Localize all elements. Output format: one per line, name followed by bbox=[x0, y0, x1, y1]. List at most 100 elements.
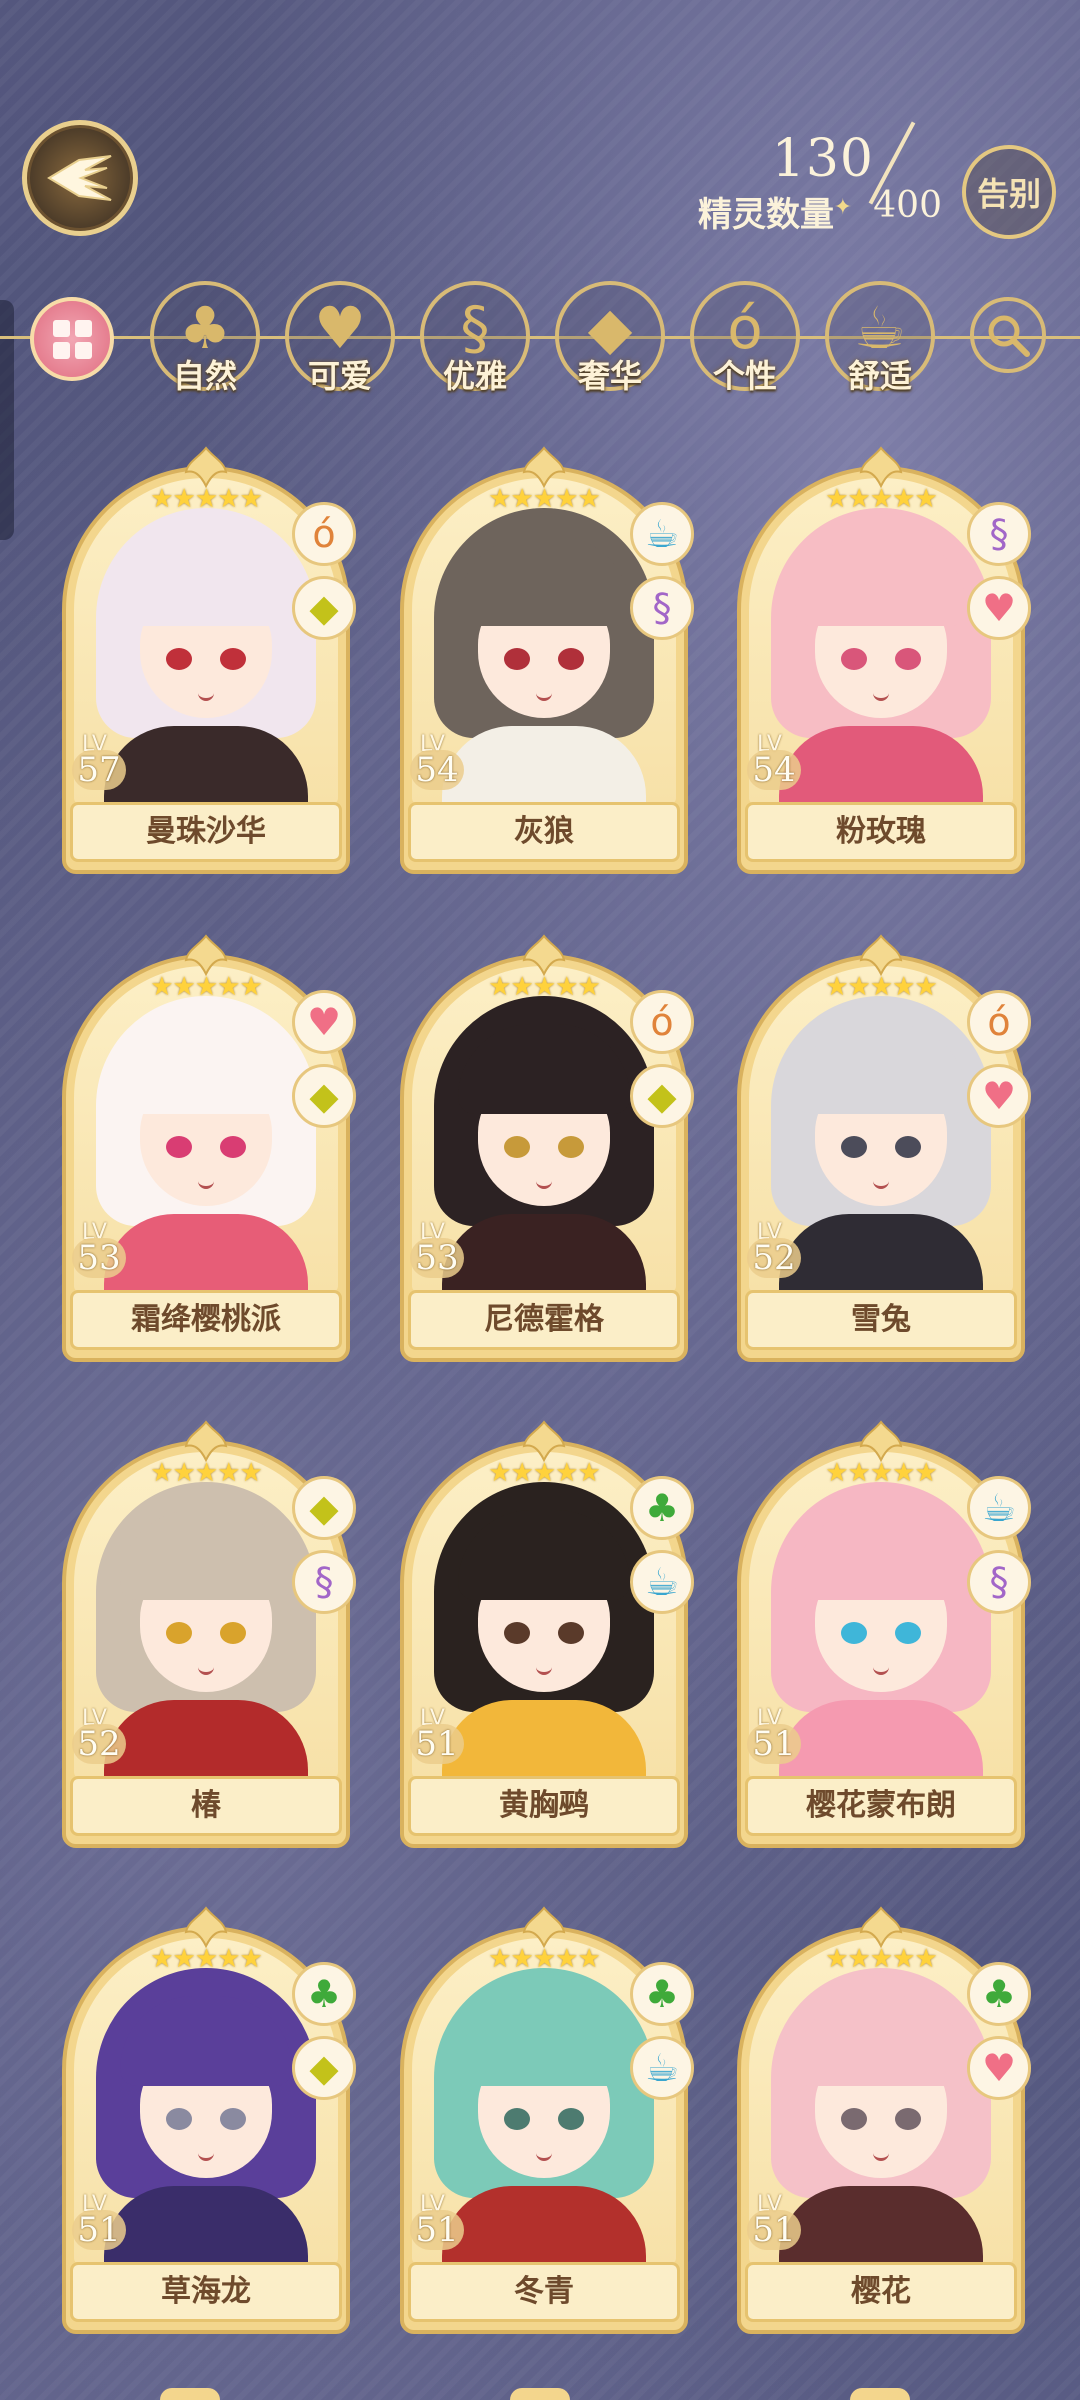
level-badge: LV 51 bbox=[402, 2192, 464, 2252]
spirit-name: 粉玫瑰 bbox=[745, 802, 1017, 862]
level-badge: LV 53 bbox=[402, 1220, 464, 1280]
filter-diamond[interactable]: ◆ 奢华 bbox=[555, 281, 665, 395]
glasses-icon: ó bbox=[292, 502, 356, 566]
diamond-icon: ◆ bbox=[292, 2036, 356, 2100]
spirit-name: 雪兔 bbox=[745, 1290, 1017, 1350]
clover-icon: ♣ bbox=[967, 1962, 1031, 2026]
spirit-card[interactable]: ★★★★★ ♣ ☕ LV 51 冬青 bbox=[400, 1906, 694, 2334]
clover-icon: ♣ bbox=[292, 1962, 356, 2026]
diamond-icon: ◆ bbox=[630, 1064, 694, 1128]
spirit-card[interactable]: ★★★★★ § ♥ LV 54 粉玫瑰 bbox=[737, 446, 1031, 874]
spirit-card[interactable]: ★★★★★ ♥ ◆ LV 53 霜绛樱桃派 bbox=[62, 934, 356, 1362]
spirit-card[interactable]: ★★★★★ ó ◆ LV 53 尼德霍格 bbox=[400, 934, 694, 1362]
spirit-name: 草海龙 bbox=[70, 2262, 342, 2322]
all-filter-button[interactable] bbox=[30, 297, 114, 381]
spirit-card[interactable]: ★★★★★ ♣ ♥ LV 51 樱花 bbox=[737, 1906, 1031, 2334]
filter-clover[interactable]: ♣ 自然 bbox=[150, 281, 260, 395]
filter-label: 奢华 bbox=[577, 357, 642, 395]
heart-icon: ♥ bbox=[967, 1064, 1031, 1128]
level-value: 57 bbox=[72, 750, 126, 790]
back-button[interactable] bbox=[22, 120, 138, 236]
teacup-icon: ☕ bbox=[630, 502, 694, 566]
level-badge: LV 51 bbox=[739, 1706, 801, 1766]
spirit-name: 曼珠沙华 bbox=[70, 802, 342, 862]
heart-icon: ♥ bbox=[292, 990, 356, 1054]
filter-label: 可爱 bbox=[307, 357, 372, 395]
heart-icon: ♥ bbox=[314, 293, 366, 362]
level-badge: LV 51 bbox=[402, 1706, 464, 1766]
level-badge: LV 51 bbox=[64, 2192, 126, 2252]
swan-icon: § bbox=[967, 1550, 1031, 1614]
diamond-icon: ◆ bbox=[292, 1064, 356, 1128]
level-value: 52 bbox=[72, 1724, 126, 1764]
swan-icon: § bbox=[460, 293, 490, 362]
level-badge: LV 51 bbox=[739, 2192, 801, 2252]
level-badge: LV 57 bbox=[64, 732, 126, 792]
teacup-icon: ☕ bbox=[630, 2036, 694, 2100]
filter-teacup[interactable]: ☕ 舒适 bbox=[825, 281, 935, 395]
level-badge: LV 52 bbox=[739, 1220, 801, 1280]
level-value: 53 bbox=[410, 1238, 464, 1278]
level-value: 52 bbox=[747, 1238, 801, 1278]
spirit-card[interactable]: ★★★★★ ♣ ☕ LV 51 黄胸鹀 bbox=[400, 1420, 694, 1848]
count-max: 400 bbox=[873, 185, 942, 226]
farewell-button[interactable]: 告别 bbox=[962, 145, 1056, 239]
spirit-name: 霜绛樱桃派 bbox=[70, 1290, 342, 1350]
teacup-icon: ☕ bbox=[967, 1476, 1031, 1540]
next-row-peek bbox=[0, 2388, 1080, 2400]
swan-icon: § bbox=[630, 576, 694, 640]
level-value: 51 bbox=[410, 1724, 464, 1764]
level-value: 53 bbox=[72, 1238, 126, 1278]
filter-glasses[interactable]: ó 个性 bbox=[690, 281, 800, 395]
level-value: 54 bbox=[410, 750, 464, 790]
glasses-icon: ó bbox=[630, 990, 694, 1054]
count-current: 130 bbox=[771, 129, 874, 189]
count-label: 精灵数量 bbox=[698, 195, 834, 235]
level-badge: LV 54 bbox=[739, 732, 801, 792]
level-badge: LV 54 bbox=[402, 732, 464, 792]
teacup-icon: ☕ bbox=[630, 1550, 694, 1614]
level-badge: LV 53 bbox=[64, 1220, 126, 1280]
heart-icon: ♥ bbox=[967, 2036, 1031, 2100]
spirit-card[interactable]: ★★★★★ ♣ ◆ LV 51 草海龙 bbox=[62, 1906, 356, 2334]
spirit-name: 尼德霍格 bbox=[408, 1290, 680, 1350]
search-button[interactable] bbox=[970, 297, 1046, 373]
spirit-card[interactable]: ★★★★★ ó ◆ LV 57 曼珠沙华 bbox=[62, 446, 356, 874]
spirit-name: 椿 bbox=[70, 1776, 342, 1836]
clover-icon: ♣ bbox=[630, 1476, 694, 1540]
glasses-icon: ó bbox=[727, 293, 763, 362]
filter-swan[interactable]: § 优雅 bbox=[420, 281, 530, 395]
swan-icon: § bbox=[292, 1550, 356, 1614]
sparkle-icon: ✦ bbox=[833, 195, 852, 220]
spirit-name: 樱花蒙布朗 bbox=[745, 1776, 1017, 1836]
spirit-card[interactable]: ★★★★★ ◆ § LV 52 椿 bbox=[62, 1420, 356, 1848]
level-value: 51 bbox=[410, 2210, 464, 2250]
teacup-icon: ☕ bbox=[854, 293, 906, 362]
filter-label: 个性 bbox=[712, 357, 777, 395]
diamond-icon: ◆ bbox=[587, 293, 633, 362]
wing-back-icon bbox=[47, 155, 112, 201]
glasses-icon: ó bbox=[967, 990, 1031, 1054]
filter-label: 自然 bbox=[172, 357, 237, 395]
level-badge: LV 52 bbox=[64, 1706, 126, 1766]
spirit-name: 黄胸鹀 bbox=[408, 1776, 680, 1836]
heart-icon: ♥ bbox=[967, 576, 1031, 640]
level-value: 54 bbox=[747, 750, 801, 790]
filter-label: 优雅 bbox=[442, 357, 507, 395]
grid-icon bbox=[52, 319, 92, 359]
spirit-card[interactable]: ★★★★★ ó ♥ LV 52 雪兔 bbox=[737, 934, 1031, 1362]
spirit-card[interactable]: ★★★★★ ☕ § LV 54 灰狼 bbox=[400, 446, 694, 874]
level-value: 51 bbox=[747, 2210, 801, 2250]
spirit-name: 灰狼 bbox=[408, 802, 680, 862]
spirit-count: 130 精灵数量 ✦ 400 bbox=[642, 121, 942, 235]
swan-icon: § bbox=[967, 502, 1031, 566]
filter-label: 舒适 bbox=[847, 357, 912, 395]
diamond-icon: ◆ bbox=[292, 576, 356, 640]
clover-icon: ♣ bbox=[179, 293, 231, 362]
spirit-card[interactable]: ★★★★★ ☕ § LV 51 樱花蒙布朗 bbox=[737, 1420, 1031, 1848]
filter-heart[interactable]: ♥ 可爱 bbox=[285, 281, 395, 395]
search-icon bbox=[988, 315, 1030, 357]
clover-icon: ♣ bbox=[630, 1962, 694, 2026]
spirit-name: 冬青 bbox=[408, 2262, 680, 2322]
spirit-name: 樱花 bbox=[745, 2262, 1017, 2322]
